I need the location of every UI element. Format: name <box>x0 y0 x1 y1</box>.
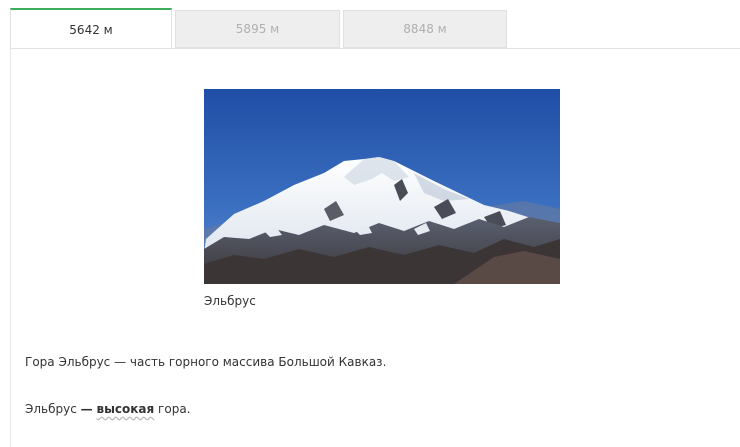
paragraph-1: Гора Эльбрус — часть горного массива Бол… <box>25 355 387 369</box>
paragraph-2-end: гора. <box>154 402 191 416</box>
paragraph-2-dash: — <box>80 402 93 416</box>
tab-panel: Эльбрус Гора Эльбрус — часть горного мас… <box>10 48 740 447</box>
figure: Эльбрус <box>204 89 560 308</box>
mountain-elbrus-photo <box>204 89 560 284</box>
highlighted-word[interactable]: высокая <box>96 402 154 416</box>
tab-widget: 5642 м 5895 м 8848 м Эльбрус Гора Эльбру… <box>0 0 740 447</box>
figure-caption: Эльбрус <box>204 294 256 308</box>
tab-8848[interactable]: 8848 м <box>343 10 507 48</box>
paragraph-2: Эльбрус — высокая гора. <box>25 402 190 416</box>
tab-bar: 5642 м 5895 м 8848 м <box>10 8 510 49</box>
tab-5895[interactable]: 5895 м <box>175 10 340 48</box>
paragraph-2-start: Эльбрус <box>25 402 81 416</box>
tab-5642[interactable]: 5642 м <box>10 8 172 49</box>
